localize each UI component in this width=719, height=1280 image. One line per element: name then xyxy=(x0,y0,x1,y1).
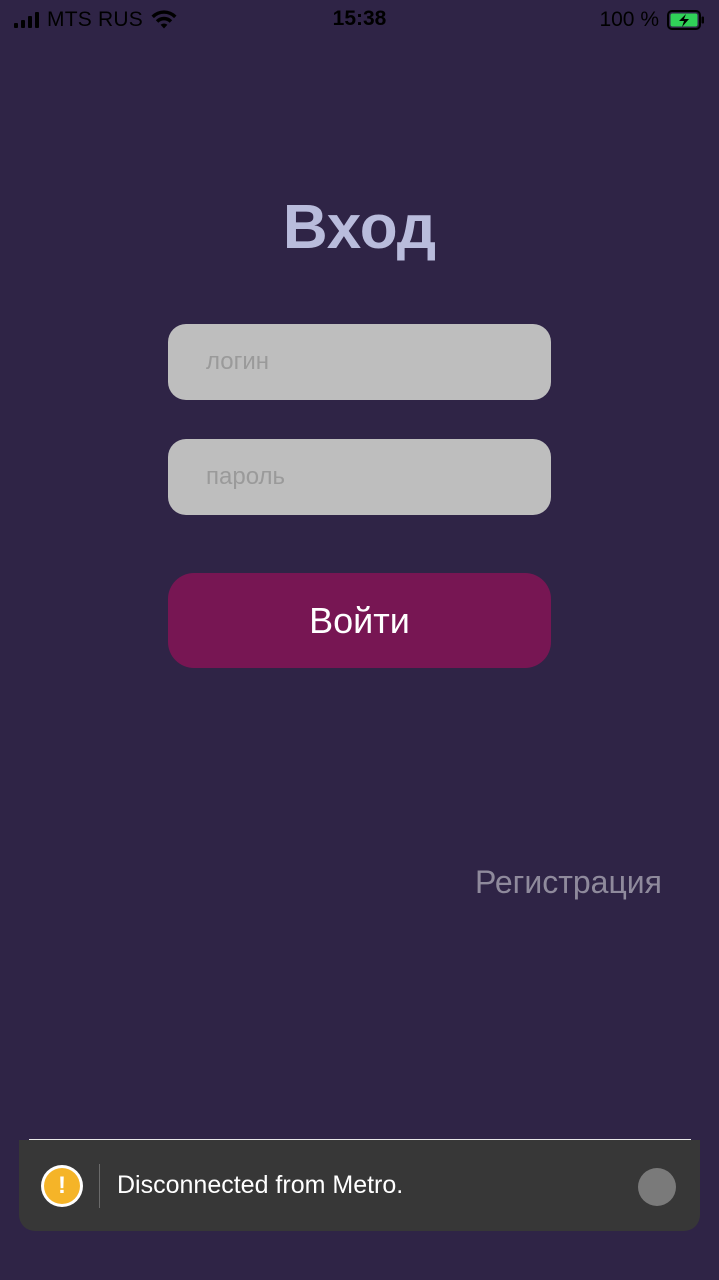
password-input[interactable] xyxy=(168,439,551,515)
login-button[interactable]: Войти xyxy=(168,573,551,668)
metro-toast[interactable]: ! Disconnected from Metro. xyxy=(19,1140,700,1231)
register-link[interactable]: Регистрация xyxy=(475,864,662,901)
warning-icon: ! xyxy=(41,1165,83,1207)
login-input[interactable] xyxy=(168,324,551,400)
toast-message: Disconnected from Metro. xyxy=(117,1171,404,1199)
battery-percentage: 100 % xyxy=(599,8,659,31)
dismiss-icon[interactable] xyxy=(638,1168,676,1206)
battery-charging-icon xyxy=(667,10,704,30)
warning-glyph: ! xyxy=(44,1168,80,1204)
status-right: 100 % xyxy=(599,8,705,32)
toast-separator xyxy=(99,1164,100,1208)
status-bar: MTS RUS 15:38 100 % xyxy=(0,0,719,40)
page-title: Вход xyxy=(282,193,437,262)
